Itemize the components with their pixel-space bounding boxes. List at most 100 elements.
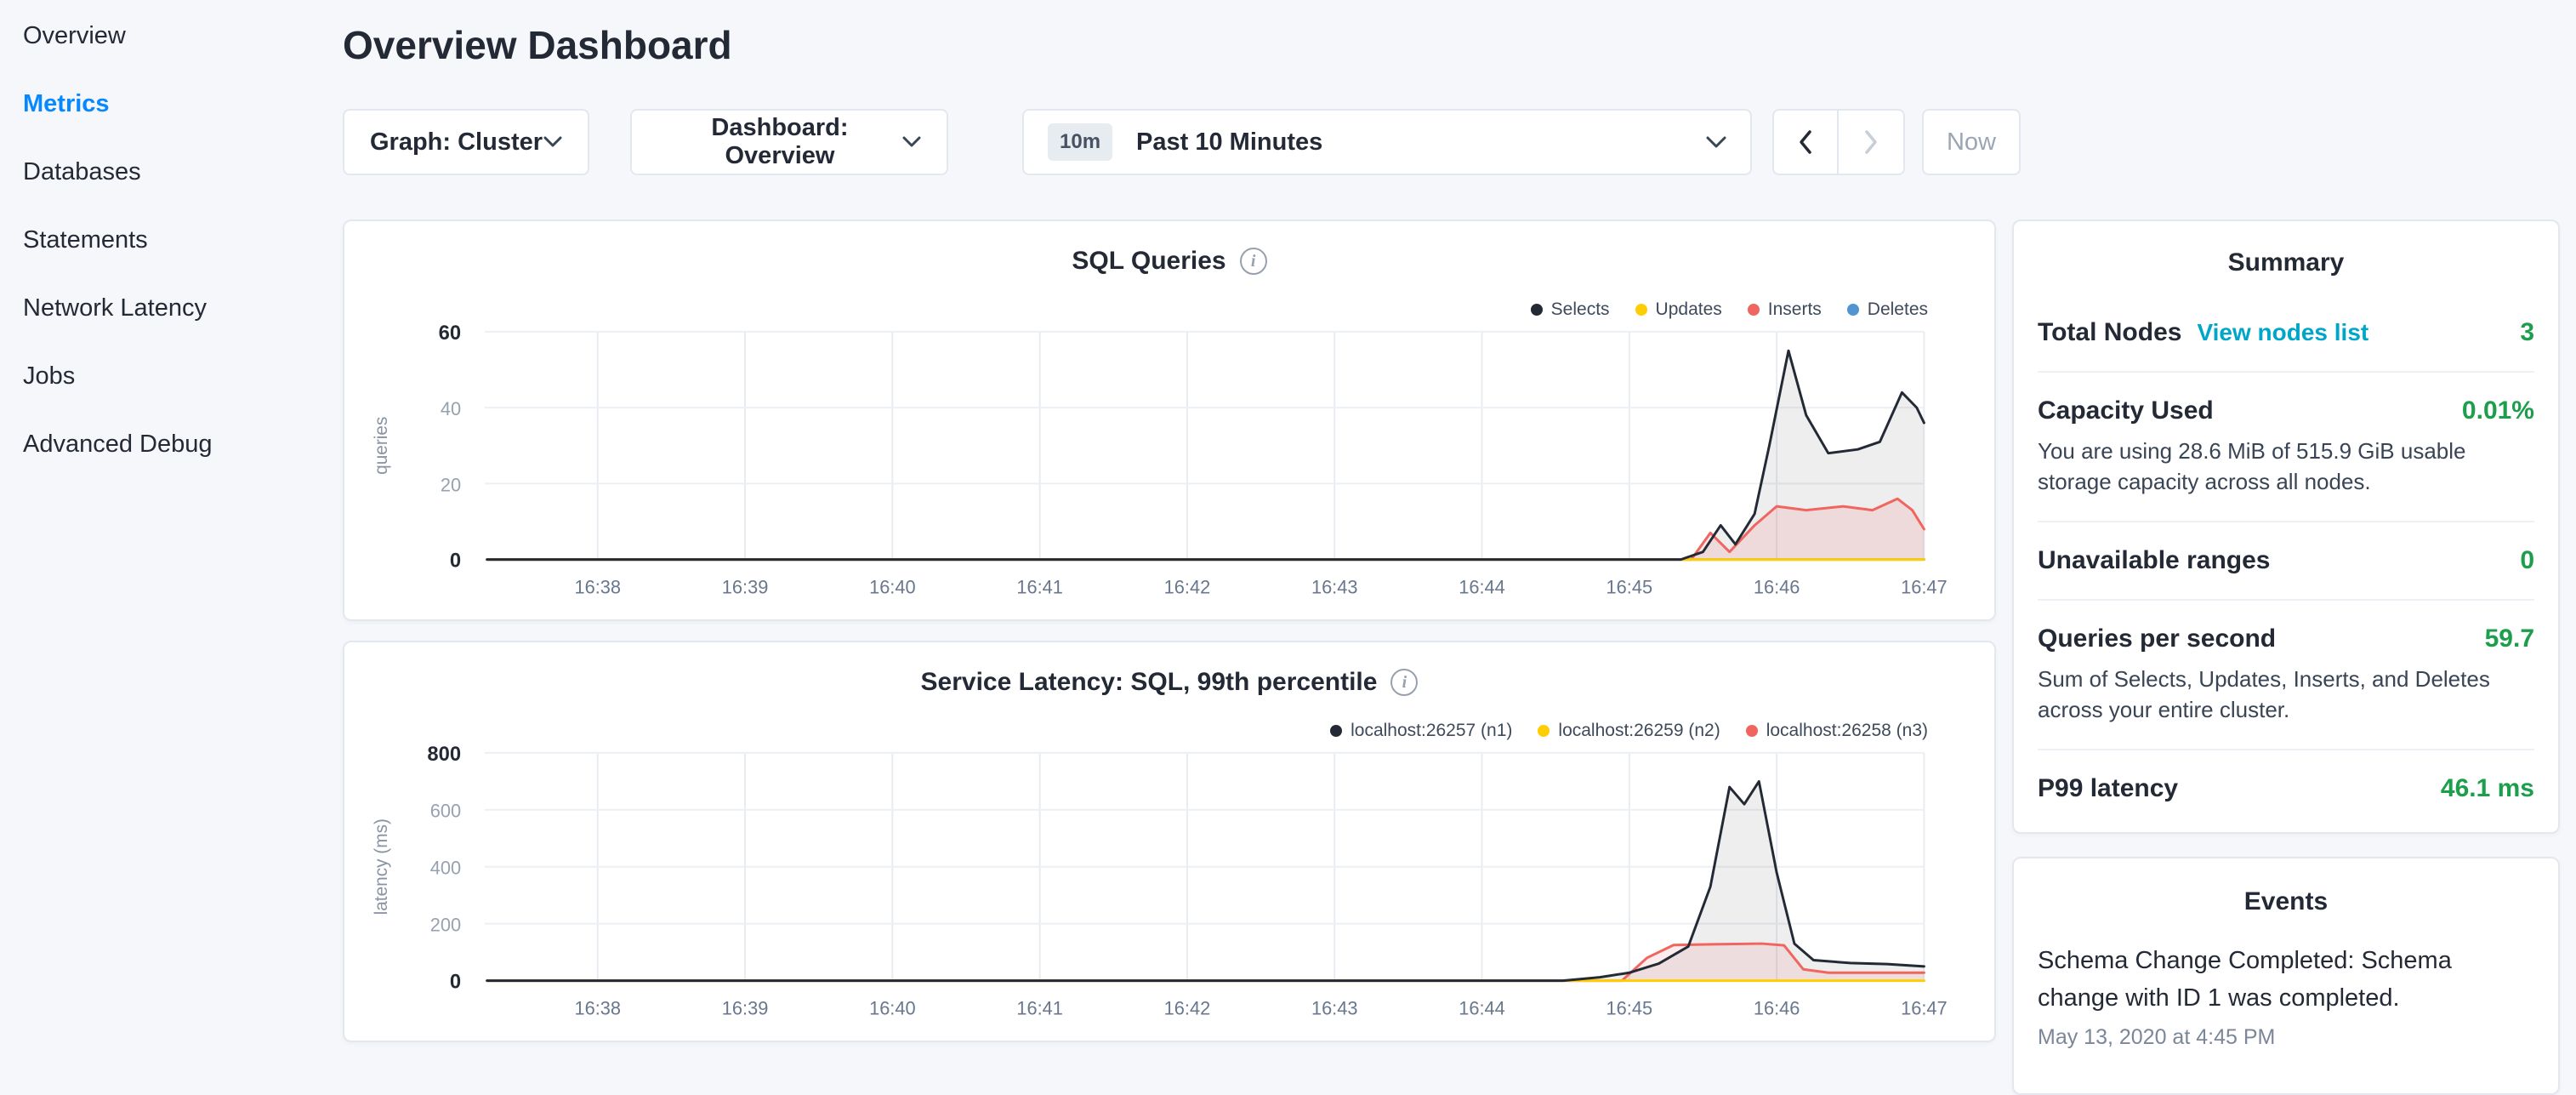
legend-item: Deletes (1847, 299, 1928, 320)
svg-text:16:41: 16:41 (1016, 997, 1063, 1018)
summary-panel: Summary Total Nodes View nodes list 3 Ca… (2012, 220, 2560, 834)
svg-text:16:44: 16:44 (1459, 997, 1505, 1018)
chart-legend: localhost:26257 (n1) localhost:26259 (n2)… (1330, 721, 1928, 741)
time-window-dropdown[interactable]: 10m Past 10 Minutes (1022, 109, 1752, 175)
chart-legend: Selects Updates Inserts Deletes (1531, 299, 1928, 320)
chevron-right-icon (1862, 128, 1879, 156)
chart-title: SQL Queries (1072, 247, 1225, 276)
summary-label: Capacity Used (2038, 396, 2214, 425)
summary-row-p99-latency: P99 latency 46.1 ms (2038, 749, 2534, 827)
svg-text:16:44: 16:44 (1459, 576, 1505, 597)
svg-text:16:43: 16:43 (1311, 997, 1358, 1018)
legend-label: Deletes (1868, 299, 1928, 320)
charts-column: SQL Queries i Selects Updates Inserts Delet… (343, 220, 1996, 1062)
summary-heading: Summary (2038, 248, 2534, 277)
legend-dot-icon (1330, 725, 1342, 737)
graph-scope-label: Graph: Cluster (370, 128, 543, 157)
legend-item: localhost:26258 (n3) (1746, 721, 1928, 741)
summary-row-total-nodes: Total Nodes View nodes list 3 (2038, 303, 2534, 371)
svg-text:20: 20 (441, 474, 461, 495)
chevron-down-icon (1706, 136, 1726, 149)
summary-label: Unavailable ranges (2038, 546, 2270, 575)
chart-card-sql-queries: SQL Queries i Selects Updates Inserts Delet… (343, 220, 1996, 621)
legend-item: Updates (1635, 299, 1722, 320)
svg-text:16:43: 16:43 (1311, 576, 1358, 597)
legend-dot-icon (1531, 304, 1543, 316)
svg-text:0: 0 (450, 971, 461, 994)
sidebar-item-databases[interactable]: Databases (0, 138, 323, 206)
page-title: Overview Dashboard (343, 22, 732, 68)
legend-dot-icon (1538, 725, 1550, 737)
svg-text:800: 800 (427, 743, 461, 766)
legend-dot-icon (1746, 725, 1758, 737)
svg-text:60: 60 (439, 322, 461, 345)
chart-header: SQL Queries i (344, 247, 1994, 276)
now-button[interactable]: Now (1922, 109, 2021, 175)
svg-text:200: 200 (430, 915, 461, 936)
svg-text:16:40: 16:40 (869, 997, 916, 1018)
time-prev-button[interactable] (1772, 109, 1839, 175)
sidebar-item-overview[interactable]: Overview (0, 2, 323, 70)
chart-card-service-latency: Service Latency: SQL, 99th percentile i … (343, 641, 1996, 1042)
info-icon[interactable]: i (1390, 669, 1418, 696)
svg-text:16:39: 16:39 (722, 997, 769, 1018)
info-icon[interactable]: i (1240, 248, 1267, 275)
svg-text:queries: queries (372, 417, 391, 475)
summary-label: P99 latency (2038, 774, 2178, 803)
summary-value: 0 (2520, 546, 2534, 575)
legend-item: localhost:26257 (n1) (1330, 721, 1512, 741)
summary-row-queries-per-second: Queries per second 59.7 Sum of Selects, … (2038, 599, 2534, 749)
events-panel: Events Schema Change Completed: Schema c… (2012, 857, 2560, 1095)
svg-text:16:40: 16:40 (869, 576, 916, 597)
time-window-badge: 10m (1048, 123, 1112, 161)
svg-text:400: 400 (430, 858, 461, 879)
sql-queries-chart[interactable]: 16:3816:3916:4016:4116:4216:4316:4416:45… (344, 221, 1994, 619)
controls-bar: Graph: Cluster Dashboard: Overview 10m P… (343, 109, 2021, 175)
summary-row-capacity-used: Capacity Used 0.01% You are using 28.6 M… (2038, 371, 2534, 521)
svg-text:40: 40 (441, 398, 461, 419)
chart-header: Service Latency: SQL, 99th percentile i (344, 668, 1994, 697)
legend-dot-icon (1748, 304, 1760, 316)
svg-text:16:42: 16:42 (1164, 997, 1211, 1018)
legend-label: Inserts (1768, 299, 1822, 320)
sidebar-item-statements[interactable]: Statements (0, 206, 323, 274)
svg-text:0: 0 (450, 550, 461, 573)
chevron-left-icon (1797, 128, 1814, 156)
service-latency-chart[interactable]: 16:38 16:39 16:40 16:41 16:42 16:43 16:44 16:45… (344, 642, 1994, 1041)
svg-text:16:47: 16:47 (1901, 576, 1948, 597)
summary-value: 59.7 (2485, 624, 2534, 653)
legend-label: Updates (1656, 299, 1722, 320)
summary-value: 3 (2520, 318, 2534, 347)
sidebar-item-network-latency[interactable]: Network Latency (0, 274, 323, 342)
legend-label: Selects (1551, 299, 1610, 320)
svg-text:latency (ms): latency (ms) (372, 818, 391, 915)
legend-dot-icon (1635, 304, 1647, 316)
svg-text:16:42: 16:42 (1164, 576, 1211, 597)
event-timestamp: May 13, 2020 at 4:45 PM (2038, 1025, 2534, 1050)
svg-text:16:38: 16:38 (574, 576, 621, 597)
time-window-label: Past 10 Minutes (1136, 128, 1322, 157)
legend-label: localhost:26257 (n1) (1351, 721, 1512, 741)
time-next-button[interactable] (1839, 109, 1905, 175)
svg-text:16:45: 16:45 (1606, 576, 1653, 597)
event-item[interactable]: Schema Change Completed: Schema change w… (2038, 942, 2534, 1050)
legend-dot-icon (1847, 304, 1859, 316)
legend-item: localhost:26259 (n2) (1538, 721, 1720, 741)
summary-description: Sum of Selects, Updates, Inserts, and De… (2038, 664, 2534, 725)
sidebar-item-advanced-debug[interactable]: Advanced Debug (0, 410, 323, 478)
time-pager (1772, 109, 1905, 175)
chevron-down-icon (902, 136, 921, 148)
legend-item: Selects (1531, 299, 1610, 320)
svg-text:16:46: 16:46 (1754, 997, 1800, 1018)
graph-scope-dropdown[interactable]: Graph: Cluster (343, 109, 589, 175)
legend-label: localhost:26259 (n2) (1558, 721, 1720, 741)
svg-text:16:45: 16:45 (1606, 997, 1653, 1018)
legend-item: Inserts (1748, 299, 1822, 320)
chevron-down-icon (543, 136, 562, 148)
view-nodes-link[interactable]: View nodes list (2197, 319, 2368, 346)
summary-row-unavailable-ranges: Unavailable ranges 0 (2038, 521, 2534, 599)
sidebar-item-jobs[interactable]: Jobs (0, 342, 323, 410)
sidebar-item-metrics[interactable]: Metrics (0, 70, 323, 138)
dashboard-dropdown[interactable]: Dashboard: Overview (630, 109, 948, 175)
svg-text:16:38: 16:38 (574, 997, 621, 1018)
